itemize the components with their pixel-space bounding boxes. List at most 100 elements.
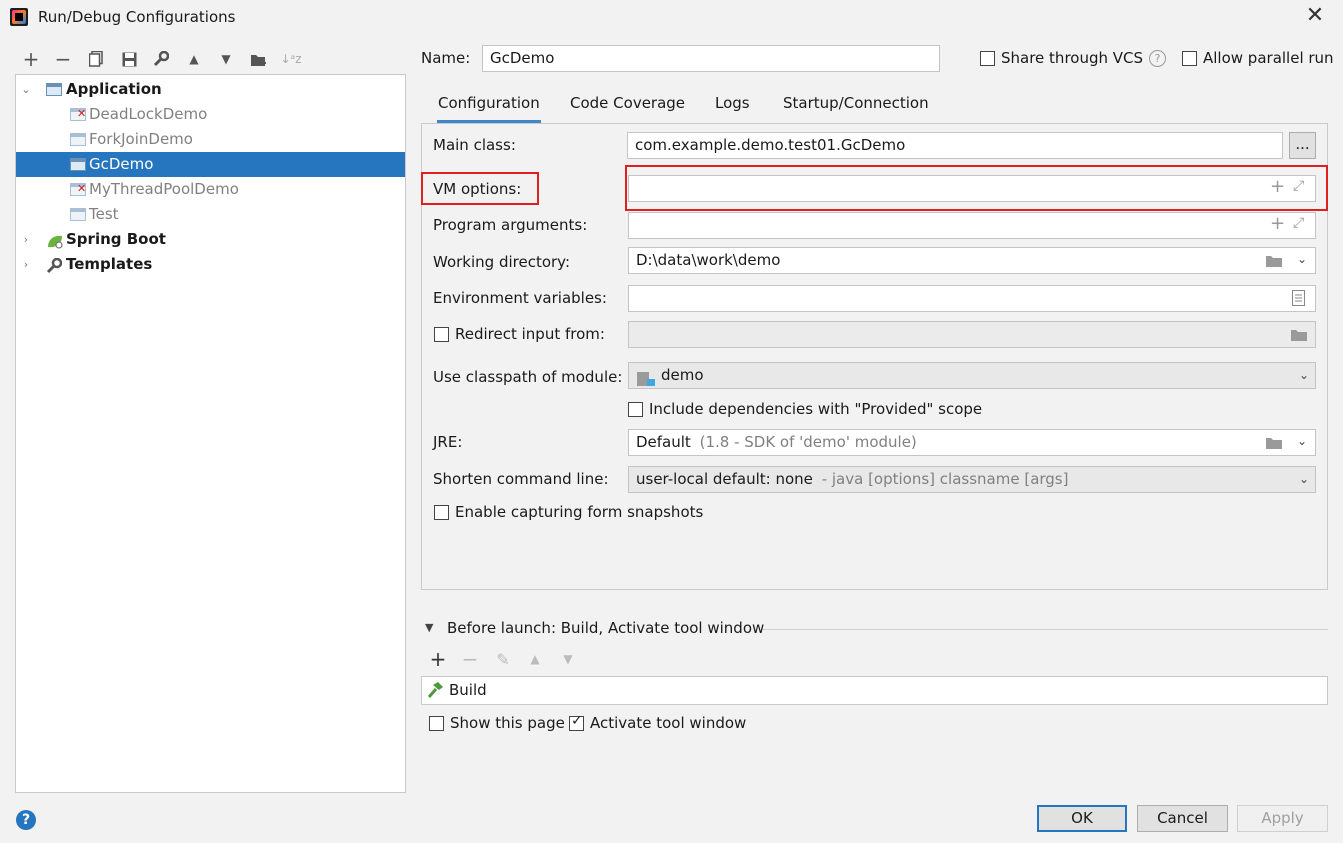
hammer-icon	[426, 682, 444, 702]
tree-item-forkjoindemo[interactable]: ForkJoinDemo	[16, 127, 405, 152]
ok-button[interactable]: OK	[1037, 805, 1127, 832]
window-title: Run/Debug Configurations	[38, 8, 236, 26]
env-vars-label: Environment variables:	[433, 289, 607, 307]
chevron-down-icon[interactable]: ⌄	[20, 77, 32, 102]
close-icon[interactable]: ✕	[1303, 4, 1327, 30]
save-icon[interactable]	[118, 48, 140, 70]
vm-options-label: VM options:	[433, 180, 522, 198]
move-down-icon[interactable]: ▼	[215, 48, 237, 70]
tree-node-templates[interactable]: › Templates	[16, 252, 405, 277]
chevron-down-icon[interactable]: ⌄	[1297, 434, 1307, 448]
include-deps-label: Include dependencies with "Provided" sco…	[649, 400, 983, 418]
expand-add-icon[interactable]: +	[1270, 213, 1285, 234]
copy-icon[interactable]	[85, 48, 107, 70]
module-icon	[637, 369, 655, 394]
application-config-icon: ✕	[70, 107, 86, 121]
jre-value: Default	[636, 433, 691, 451]
allow-parallel-label: Allow parallel run	[1203, 49, 1334, 67]
working-dir-label: Working directory:	[433, 253, 571, 271]
snapshots-checkbox[interactable]	[434, 505, 449, 520]
cancel-button[interactable]: Cancel	[1137, 805, 1228, 832]
move-down-icon: ▼	[563, 652, 573, 666]
before-launch-item[interactable]: Build	[449, 681, 487, 699]
show-page-checkbox[interactable]	[429, 716, 444, 731]
shorten-command-select[interactable]: user-local default: none - java [options…	[628, 466, 1316, 493]
tree-item-mythreadpooldemo[interactable]: ✕ MyThreadPoolDemo	[16, 177, 405, 202]
jre-hint: (1.8 - SDK of 'demo' module)	[699, 433, 917, 451]
intellij-app-icon	[10, 8, 28, 26]
new-folder-icon[interactable]	[248, 48, 270, 70]
shorten-hint: - java [options] classname [args]	[821, 470, 1069, 488]
tree-node-application[interactable]: ⌄ Application	[16, 77, 405, 102]
application-config-icon: ✕	[70, 182, 86, 196]
expand-icon[interactable]: ⤢	[1293, 215, 1304, 231]
redirect-input-field	[628, 321, 1316, 348]
shorten-label: Shorten command line:	[433, 470, 609, 488]
folder-icon[interactable]	[1265, 254, 1283, 272]
tree-node-spring-boot[interactable]: › Spring Boot	[16, 227, 405, 252]
sort-alpha-icon[interactable]: ↓ᵃz	[280, 48, 302, 70]
activate-tool-checkbox[interactable]	[569, 713, 584, 731]
tree-item-label: Test	[89, 205, 119, 223]
tab-configuration[interactable]: Configuration	[437, 92, 541, 123]
classpath-label: Use classpath of module:	[433, 368, 623, 386]
add-icon[interactable]: +	[20, 47, 42, 71]
tab-logs[interactable]: Logs	[714, 92, 751, 123]
tab-code-coverage[interactable]: Code Coverage	[569, 92, 686, 123]
application-icon	[46, 83, 62, 96]
move-up-icon[interactable]: ▲	[183, 48, 205, 70]
chevron-down-icon[interactable]: ⌄	[1297, 252, 1307, 266]
error-icon: ✕	[77, 107, 87, 120]
working-dir-input[interactable]: D:\data\work\demo	[628, 247, 1316, 274]
activate-tool-label: Activate tool window	[590, 714, 747, 732]
before-launch-list[interactable]: Build	[421, 676, 1328, 705]
redirect-input-checkbox[interactable]	[434, 327, 449, 342]
program-args-input[interactable]	[628, 212, 1316, 239]
classpath-module-select[interactable]: demo ⌄	[628, 362, 1316, 389]
tree-item-deadlockdemo[interactable]: ✕ DeadLockDemo	[16, 102, 405, 127]
main-class-label: Main class:	[433, 136, 516, 154]
folder-icon[interactable]	[1265, 436, 1283, 454]
tree-item-gcdemo[interactable]: GcDemo	[16, 152, 405, 177]
name-input[interactable]: GcDemo	[482, 45, 940, 72]
expand-icon[interactable]: ⤢	[1293, 178, 1304, 194]
browse-main-class-button[interactable]: ...	[1289, 132, 1316, 159]
jre-select[interactable]: Default (1.8 - SDK of 'demo' module)	[628, 429, 1316, 456]
tree-node-label: Application	[66, 80, 162, 98]
program-args-label: Program arguments:	[433, 216, 588, 234]
snapshots-label: Enable capturing form snapshots	[455, 503, 704, 521]
help-button[interactable]: ?	[16, 810, 36, 830]
tree-node-label: Templates	[66, 255, 153, 273]
divider	[763, 629, 1328, 630]
chevron-down-icon: ⌄	[1298, 368, 1309, 382]
vm-options-input[interactable]	[628, 175, 1316, 202]
show-page-label: Show this page	[450, 714, 565, 732]
tree-item-label: GcDemo	[89, 155, 154, 173]
share-vcs-checkbox[interactable]	[980, 51, 995, 66]
expand-add-icon[interactable]: +	[1270, 176, 1285, 197]
application-config-icon	[70, 158, 86, 171]
shorten-value: user-local default: none	[636, 470, 813, 488]
chevron-right-icon[interactable]: ›	[20, 227, 32, 252]
apply-button[interactable]: Apply	[1237, 805, 1328, 832]
help-icon[interactable]: ?	[1149, 50, 1166, 67]
env-vars-input[interactable]	[628, 285, 1316, 312]
remove-icon: −	[461, 647, 479, 671]
name-label: Name:	[421, 49, 471, 67]
tree-item-test[interactable]: Test	[16, 202, 405, 227]
chevron-down-icon: ⌄	[1298, 472, 1309, 486]
chevron-right-icon[interactable]: ›	[20, 252, 32, 277]
add-icon[interactable]: +	[427, 647, 449, 671]
collapse-triangle-icon[interactable]: ▼	[425, 621, 433, 634]
before-launch-title: Before launch: Build, Activate tool wind…	[447, 619, 765, 637]
configuration-tree[interactable]: ⌄ Application ✕ DeadLockDemo ForkJoinDem…	[15, 74, 406, 793]
folder-icon[interactable]	[1290, 328, 1308, 346]
include-deps-checkbox[interactable]	[628, 402, 643, 417]
document-icon[interactable]	[1292, 290, 1305, 310]
wrench-icon[interactable]	[150, 48, 172, 70]
remove-icon[interactable]: −	[52, 47, 74, 71]
classpath-module-value: demo	[661, 366, 704, 384]
tab-startup-connection[interactable]: Startup/Connection	[782, 92, 930, 123]
allow-parallel-checkbox[interactable]	[1182, 51, 1197, 66]
main-class-input[interactable]: com.example.demo.test01.GcDemo	[627, 132, 1283, 159]
